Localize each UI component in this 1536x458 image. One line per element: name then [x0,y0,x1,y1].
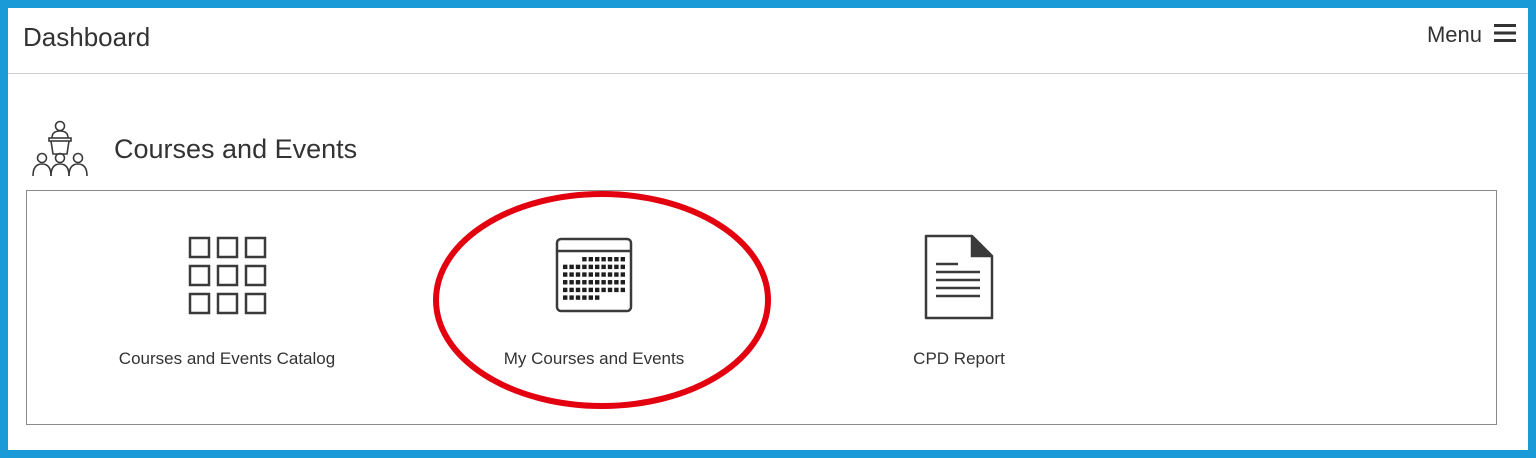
page-title: Dashboard [23,22,151,52]
tile-courses-events-catalog[interactable]: Courses and Events Catalog [87,191,367,424]
tile-label: Courses and Events Catalog [118,349,336,368]
tiles-panel: Courses and Events Catalog My Courses an… [26,190,1497,425]
section-header: Courses and Events [30,120,357,183]
hamburger-icon [1494,23,1516,48]
app-frame: Dashboard Menu Courses and Events Course… [0,0,1536,458]
tile-label: My Courses and Events [503,349,685,368]
tile-cpd-report[interactable]: CPD Report [819,191,1099,424]
tile-label: CPD Report [913,349,1005,368]
tile-my-courses-events[interactable]: My Courses and Events [454,191,734,424]
document-icon [924,234,994,325]
presenter-audience-icon [30,120,90,183]
section-title: Courses and Events [114,134,358,164]
menu-label: Menu [1426,22,1482,47]
menu-button[interactable]: Menu [1427,22,1516,48]
calendar-icon [555,237,633,318]
grid-icon [188,236,268,321]
top-header: Dashboard Menu [8,8,1528,74]
